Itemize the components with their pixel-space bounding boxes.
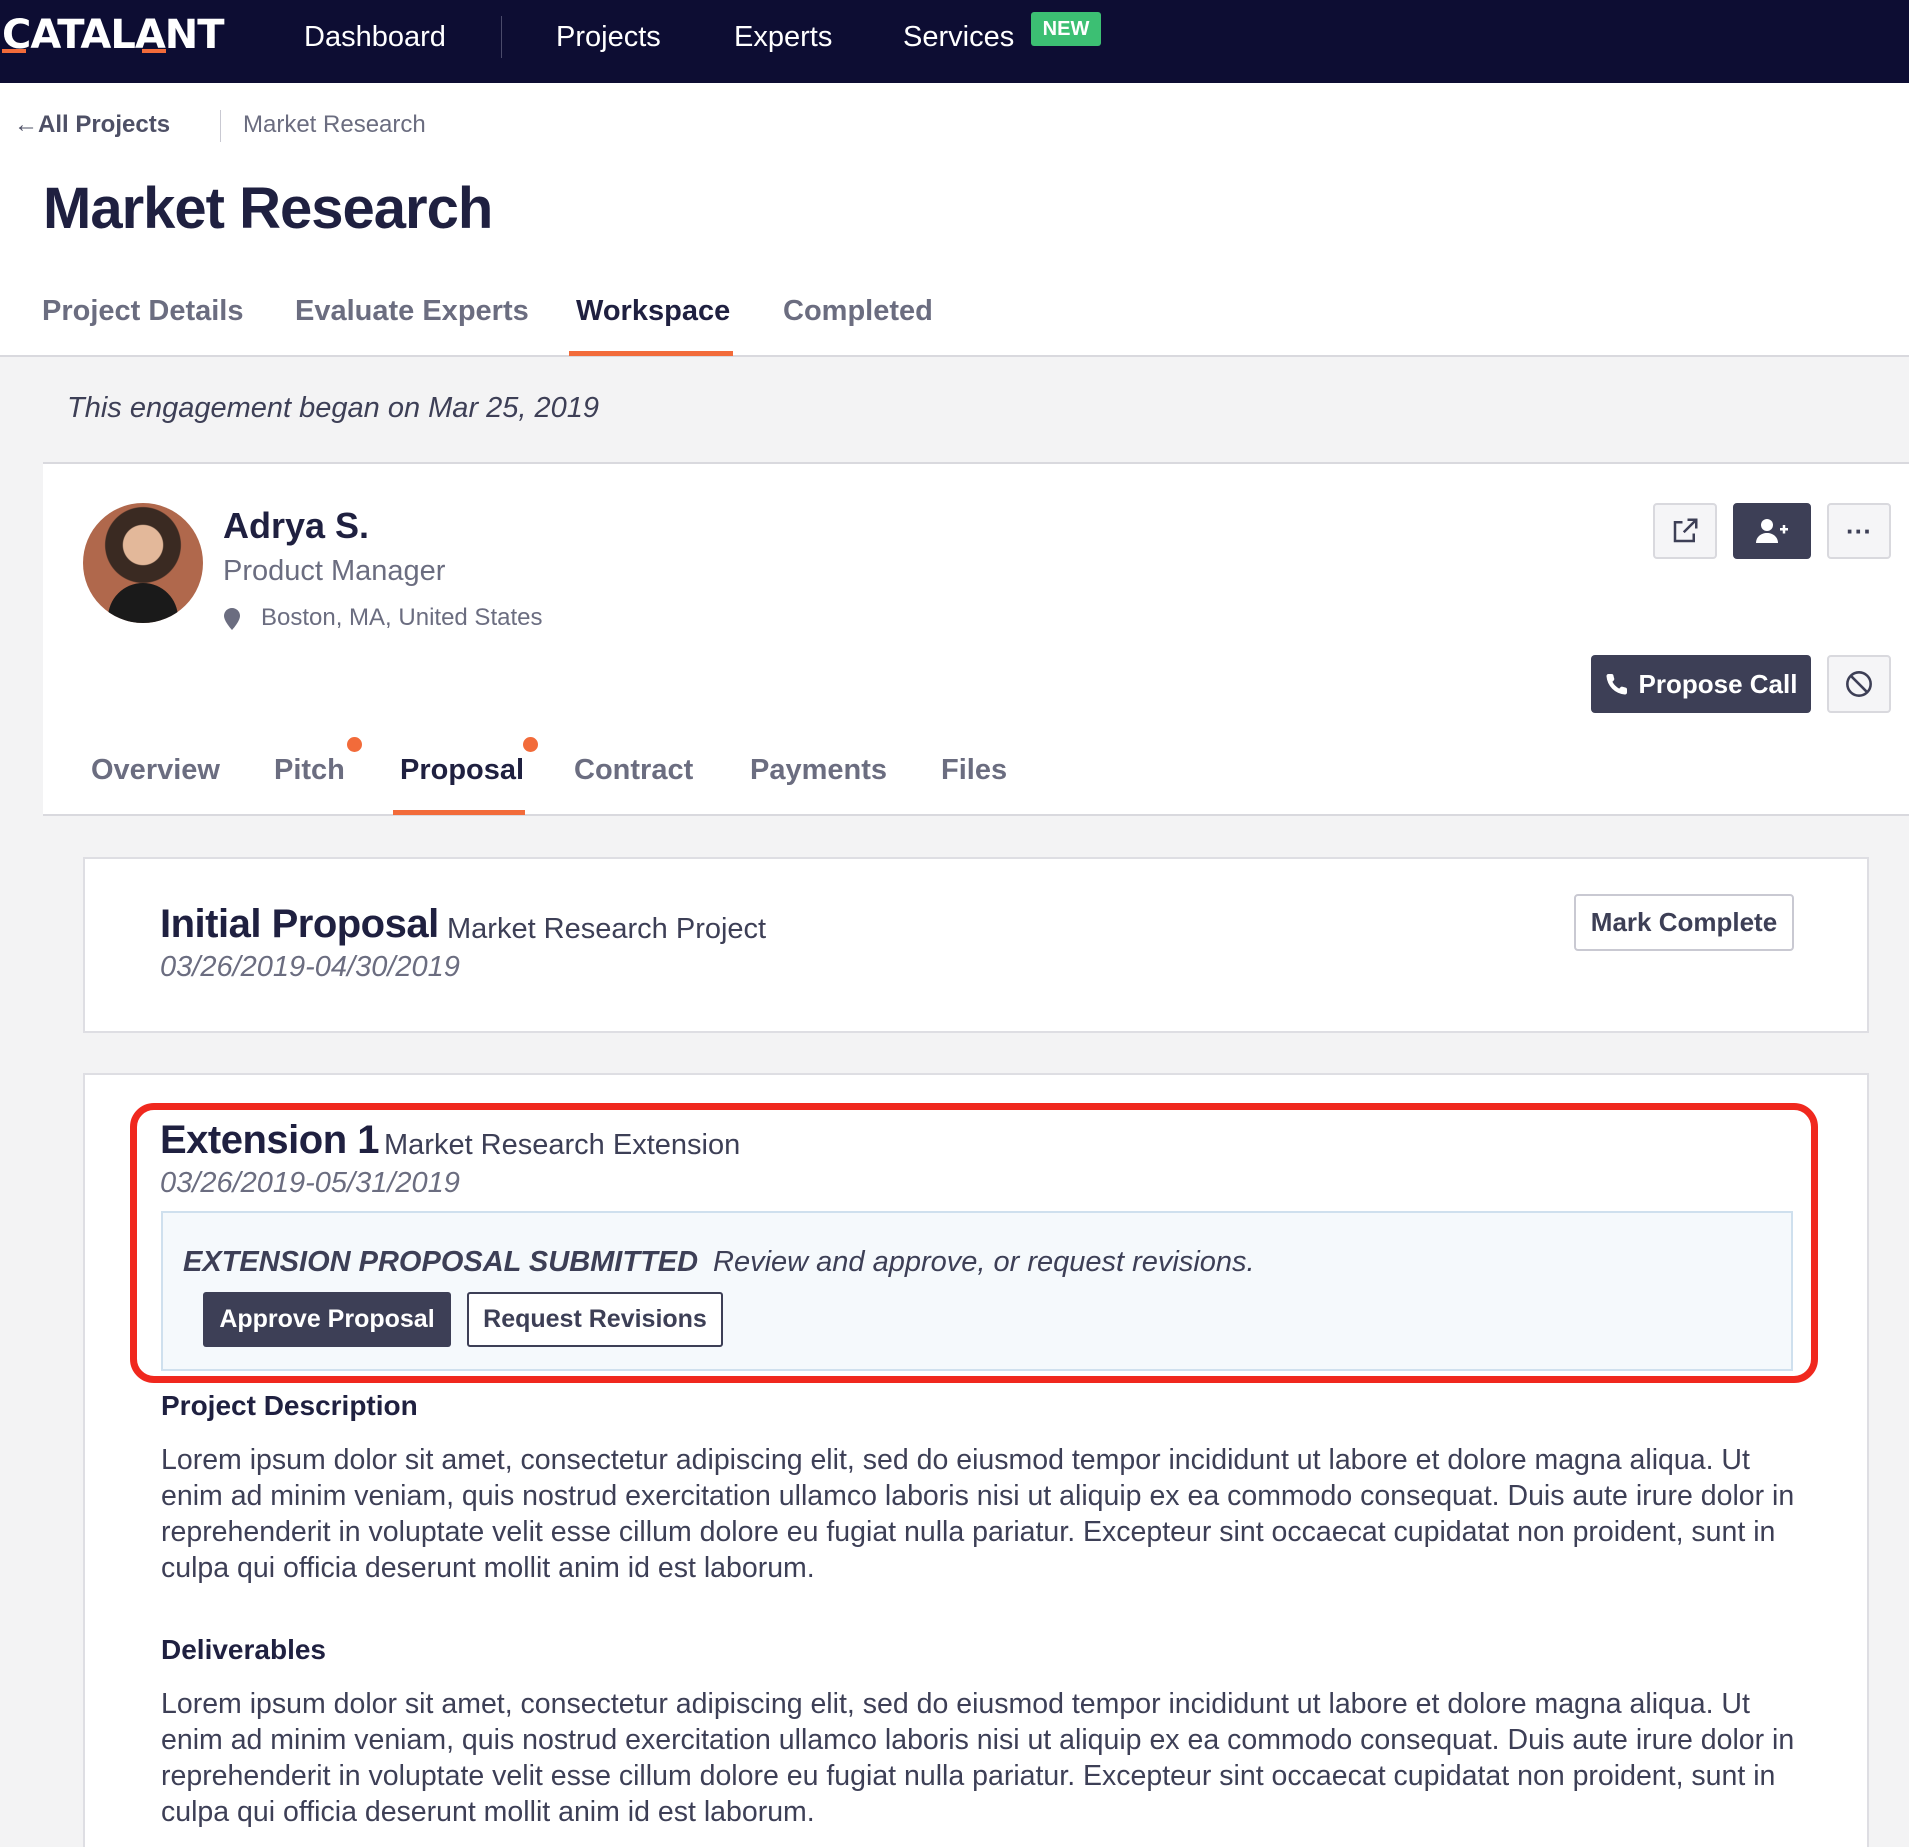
active-subtab-indicator — [393, 810, 525, 815]
block-icon — [1846, 671, 1872, 697]
engagement-note: This engagement began on Mar 25, 2019 — [67, 392, 600, 424]
phone-icon — [1606, 673, 1627, 695]
expert-location: Boston, MA, United States — [261, 604, 543, 631]
project-description-body: Lorem ipsum dolor sit amet, consectetur … — [161, 1444, 1795, 1584]
nav-projects[interactable]: Projects — [556, 21, 661, 54]
breadcrumb-current: Market Research — [243, 111, 426, 138]
nav-experts[interactable]: Experts — [734, 21, 832, 54]
subtab-proposal[interactable]: Proposal — [400, 754, 524, 787]
nav-dashboard[interactable]: Dashboard — [304, 21, 446, 54]
external-link-icon — [1673, 518, 1698, 543]
deliverables-heading: Deliverables — [161, 1634, 326, 1665]
initial-proposal-dates: 03/26/2019-04/30/2019 — [160, 951, 460, 983]
arrow-left-icon: ← — [14, 111, 38, 138]
decline-button[interactable] — [1827, 655, 1891, 713]
highlight-annotation — [130, 1103, 1818, 1383]
deliverables-body: Lorem ipsum dolor sit amet, consectetur … — [161, 1688, 1795, 1828]
logo-accent — [142, 49, 166, 53]
new-badge: NEW — [1031, 12, 1101, 46]
open-profile-button[interactable] — [1653, 503, 1717, 559]
page-title: Market Research — [43, 176, 493, 241]
mark-complete-button[interactable]: Mark Complete — [1574, 894, 1794, 951]
tab-completed[interactable]: Completed — [783, 295, 933, 328]
tab-project-details[interactable]: Project Details — [42, 295, 243, 328]
active-tab-indicator — [569, 351, 733, 356]
breadcrumb-back-label: All Projects — [38, 111, 171, 138]
catalant-logo[interactable]: CATALANT — [2, 12, 225, 58]
nav-divider — [501, 16, 502, 58]
ellipsis-icon: ··· — [1846, 516, 1872, 546]
add-user-icon — [1756, 519, 1788, 543]
avatar — [83, 503, 203, 623]
top-nav: CATALANT Dashboard Projects Experts Serv… — [0, 0, 1909, 83]
notification-dot — [347, 737, 362, 752]
propose-call-button[interactable]: Propose Call — [1591, 655, 1811, 713]
subtab-payments[interactable]: Payments — [750, 754, 887, 787]
breadcrumb-divider — [220, 110, 221, 142]
tab-evaluate-experts[interactable]: Evaluate Experts — [295, 295, 529, 328]
add-user-button[interactable] — [1733, 503, 1811, 559]
subtab-contract[interactable]: Contract — [574, 754, 693, 787]
subtab-files[interactable]: Files — [941, 754, 1007, 787]
more-options-button[interactable]: ··· — [1827, 503, 1891, 559]
tab-workspace[interactable]: Workspace — [576, 295, 730, 328]
expert-name[interactable]: Adrya S. — [223, 505, 369, 547]
back-to-all-projects[interactable]: ←All Projects — [14, 111, 170, 139]
initial-proposal-title: Initial Proposal — [160, 902, 439, 946]
project-description-heading: Project Description — [161, 1390, 418, 1421]
logo-accent — [2, 49, 26, 53]
location-pin-icon — [224, 608, 240, 630]
nav-services[interactable]: Services — [903, 21, 1014, 54]
initial-proposal-subtitle: Market Research Project — [447, 913, 767, 945]
subtab-pitch[interactable]: Pitch — [274, 754, 345, 787]
subtab-overview[interactable]: Overview — [91, 754, 220, 787]
expert-role: Product Manager — [223, 555, 446, 587]
notification-dot — [523, 737, 538, 752]
propose-call-label: Propose Call — [1638, 668, 1798, 699]
